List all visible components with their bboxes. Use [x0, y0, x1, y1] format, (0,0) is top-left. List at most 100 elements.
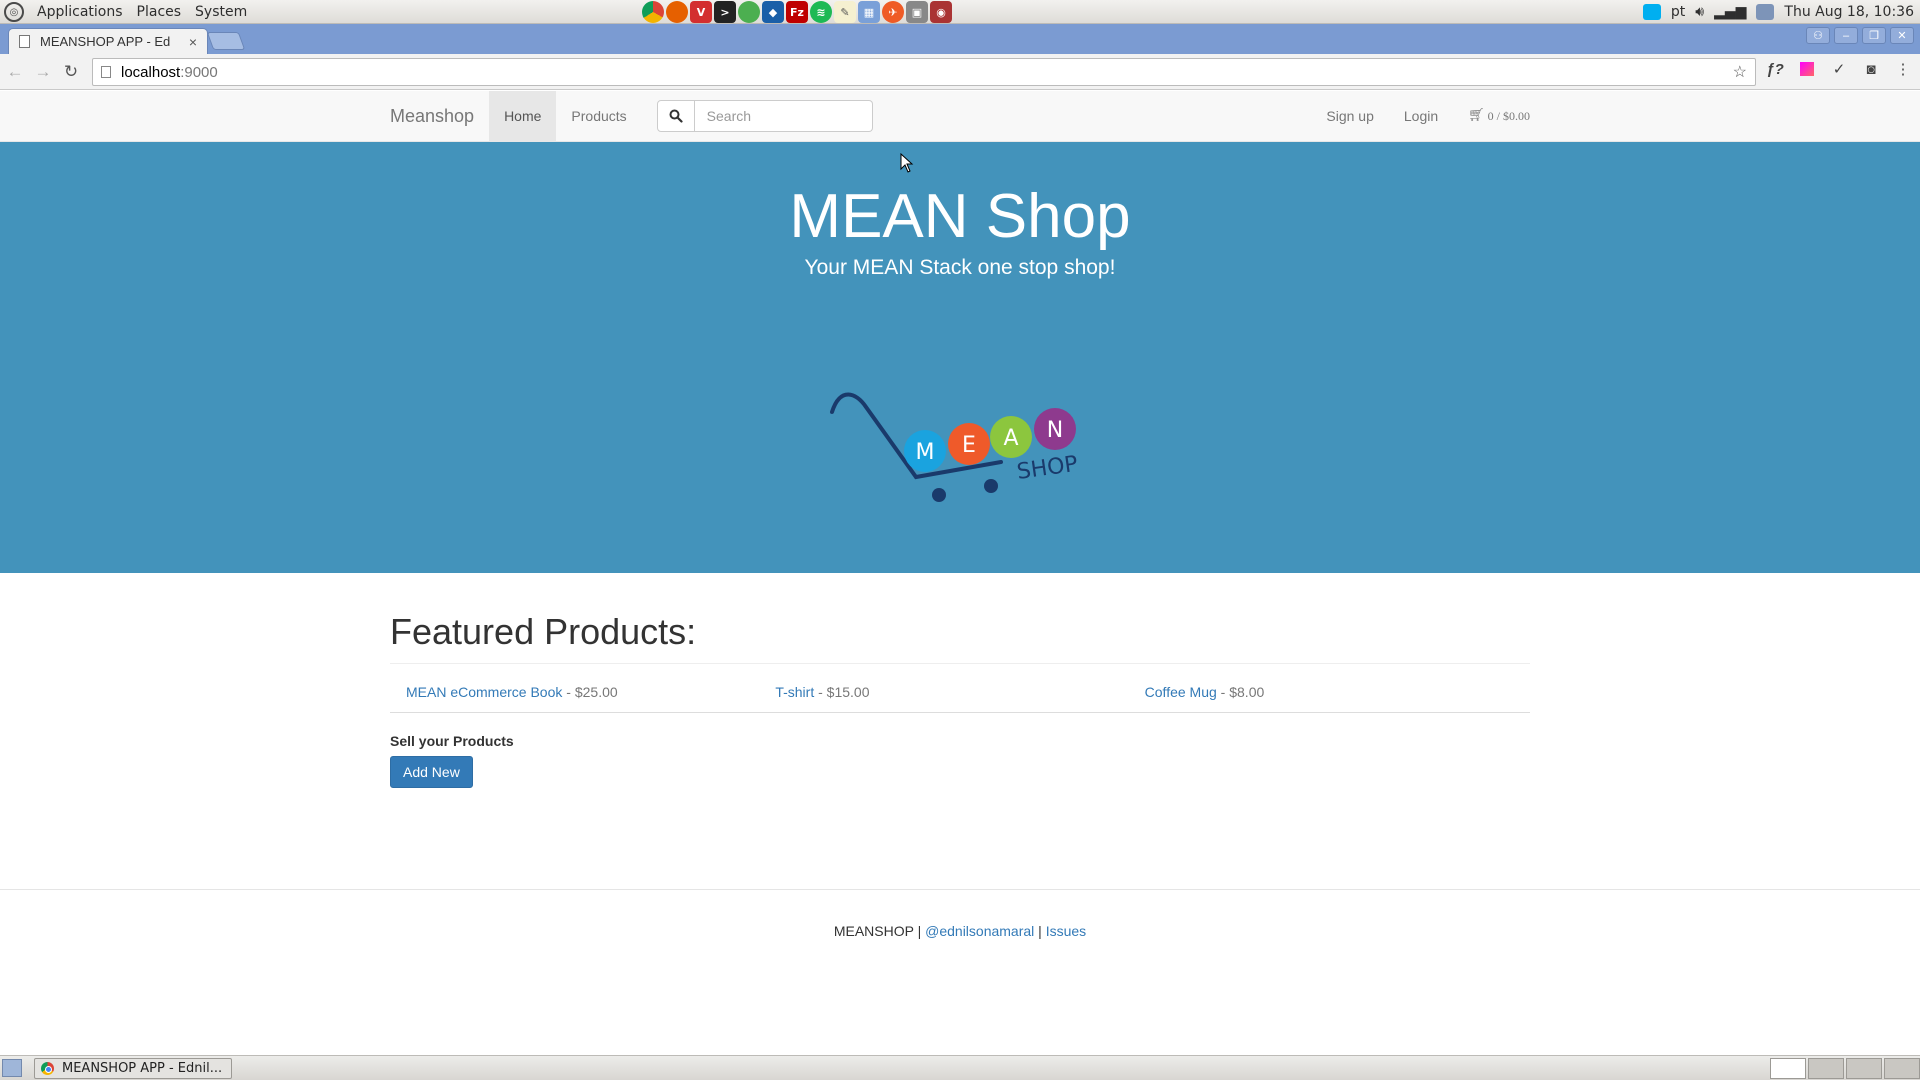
product-link-mug[interactable]: Coffee Mug: [1145, 684, 1217, 700]
terminal-icon[interactable]: >: [714, 1, 736, 23]
close-tab-icon[interactable]: ×: [189, 34, 197, 50]
product-link-tshirt[interactable]: T-shirt: [775, 684, 814, 700]
logo-letter-m: M: [916, 440, 935, 465]
featured-heading: Featured Products:: [390, 611, 1530, 664]
network-signal-icon[interactable]: ▂▄▆: [1714, 4, 1746, 20]
maximize-icon[interactable]: ❐: [1862, 27, 1886, 44]
footer-issues-link[interactable]: Issues: [1046, 923, 1086, 939]
url-host: localhost: [121, 63, 181, 81]
firefox-icon[interactable]: [666, 1, 688, 23]
nav-login[interactable]: Login: [1389, 91, 1453, 141]
volume-icon[interactable]: 🔊︎: [1695, 4, 1704, 20]
vivaldi-icon[interactable]: V: [690, 1, 712, 23]
system-monitor-icon[interactable]: ▣: [906, 1, 928, 23]
address-bar[interactable]: localhost :9000 ☆: [92, 58, 1756, 86]
filezilla-icon[interactable]: Fz: [786, 1, 808, 23]
cart-link[interactable]: 🛒︎ 0 / $0.00: [1453, 91, 1530, 141]
mouse-pointer-icon: [900, 153, 914, 173]
search-form: [656, 100, 873, 132]
navbar-container: Meanshop Home Products Sign up Login 🛒︎ …: [375, 91, 1530, 141]
product-price: $8.00: [1229, 684, 1265, 700]
search-button[interactable]: [656, 100, 695, 132]
spotify-icon[interactable]: ≋: [810, 1, 832, 23]
new-tab-button[interactable]: [206, 32, 246, 50]
hero-jumbotron: MEAN Shop Your MEAN Stack one stop shop!…: [0, 142, 1920, 573]
page-viewport: Meanshop Home Products Sign up Login 🛒︎ …: [0, 91, 1920, 1055]
window-controls: ⚇ – ❐ ✕: [1806, 27, 1914, 44]
taskbar-window-label: MEANSHOP APP - Ednil...: [62, 1061, 223, 1076]
footer-divider: |: [1034, 923, 1046, 939]
brand-link[interactable]: Meanshop: [375, 91, 489, 141]
logo-wheel-left: [932, 488, 946, 502]
nav-home[interactable]: Home: [489, 91, 557, 141]
text-editor-icon[interactable]: ✎: [834, 1, 856, 23]
workspace-3[interactable]: [1846, 1058, 1882, 1079]
workspace-1[interactable]: [1770, 1058, 1806, 1079]
top-panel: ◎ Applications Places System V > ◆ Fz ≋ …: [0, 0, 1920, 24]
site-navbar: Meanshop Home Products Sign up Login 🛒︎ …: [0, 91, 1920, 142]
chrome-menu-icon[interactable]: ⋮: [1894, 60, 1912, 78]
page-info-icon[interactable]: [101, 66, 111, 78]
page-icon: [19, 35, 30, 48]
forward-icon[interactable]: →: [30, 59, 56, 85]
postman-icon[interactable]: ✈: [882, 1, 904, 23]
show-desktop-icon[interactable]: [2, 1059, 22, 1077]
nav-signup[interactable]: Sign up: [1311, 91, 1388, 141]
logo-shop-word: SHOP: [1015, 452, 1079, 485]
screenshot-icon[interactable]: ◉: [930, 1, 952, 23]
logo-letter-n: N: [1047, 418, 1063, 443]
profile-icon[interactable]: ⚇: [1806, 27, 1830, 44]
fx-extension-icon[interactable]: ƒ?: [1766, 60, 1784, 78]
product-item: Coffee Mug - $8.00: [1145, 684, 1514, 700]
system-menu[interactable]: System: [188, 0, 254, 24]
panel-menus: ◎ Applications Places System: [4, 0, 254, 24]
distro-logo-icon[interactable]: ◎: [4, 2, 24, 22]
back-icon[interactable]: ←: [2, 59, 28, 85]
network-manager-icon[interactable]: [1756, 4, 1775, 20]
close-window-icon[interactable]: ✕: [1890, 27, 1914, 44]
search-input[interactable]: [694, 100, 873, 132]
taskbar-window-button[interactable]: MEANSHOP APP - Ednil...: [34, 1058, 232, 1079]
workspace-2[interactable]: [1808, 1058, 1844, 1079]
workspace-4[interactable]: [1884, 1058, 1920, 1079]
logo-letter-e: E: [962, 433, 976, 458]
price-separator: -: [562, 684, 575, 700]
browser-tab[interactable]: MEANSHOP APP - Ed ×: [8, 28, 208, 54]
site-footer: MEANSHOP | @ednilsonamaral | Issues: [0, 889, 1920, 939]
mean-shop-logo: M E A N SHOP: [830, 392, 1079, 502]
footer-brand: MEANSHOP: [833, 923, 914, 939]
browser-tabstrip: MEANSHOP APP - Ed × ⚇ – ❐ ✕: [0, 24, 1920, 54]
camera-extension-icon[interactable]: ◙: [1862, 60, 1880, 78]
hero-title: MEAN Shop: [789, 182, 1131, 251]
applications-menu[interactable]: Applications: [30, 0, 130, 24]
footer-divider: |: [913, 923, 926, 939]
skype-icon[interactable]: [1642, 4, 1661, 20]
clock[interactable]: Thu Aug 18, 10:36: [1784, 4, 1914, 20]
color-picker-extension-icon[interactable]: [1798, 60, 1816, 78]
logo-wheel-right: [984, 479, 998, 493]
bookmark-star-icon[interactable]: ☆: [1733, 62, 1747, 82]
globe-icon[interactable]: [738, 1, 760, 23]
checklist-extension-icon[interactable]: ✓: [1830, 60, 1848, 78]
nav-products[interactable]: Products: [556, 91, 641, 141]
reload-icon[interactable]: ↻: [58, 59, 84, 85]
product-price: $25.00: [574, 684, 618, 700]
tab-title: MEANSHOP APP - Ed: [40, 34, 171, 49]
chrome-icon: [41, 1062, 54, 1075]
chrome-icon[interactable]: [642, 1, 664, 23]
footer-twitter-link[interactable]: @ednilsonamaral: [925, 923, 1034, 939]
virtualbox-icon[interactable]: ◆: [762, 1, 784, 23]
product-link-book[interactable]: MEAN eCommerce Book: [406, 684, 562, 700]
cart-separator: /: [1493, 109, 1503, 123]
minimize-icon[interactable]: –: [1834, 27, 1858, 44]
add-new-button[interactable]: Add New: [390, 756, 473, 788]
system-tray: pt 🔊︎ ▂▄▆ Thu Aug 18, 10:36: [1642, 0, 1914, 24]
shopping-cart-icon: 🛒︎: [1468, 108, 1485, 123]
sell-products-label: Sell your Products: [390, 733, 514, 749]
logo-letter-a: A: [1003, 426, 1018, 451]
bottom-panel: MEANSHOP APP - Ednil...: [0, 1055, 1920, 1080]
places-menu[interactable]: Places: [130, 0, 189, 24]
calendar-icon[interactable]: ▦: [858, 1, 880, 23]
keyboard-layout-indicator[interactable]: pt: [1671, 4, 1685, 20]
browser-toolbar: ← → ↻ localhost :9000 ☆ ƒ? ✓ ◙ ⋮: [0, 54, 1920, 90]
